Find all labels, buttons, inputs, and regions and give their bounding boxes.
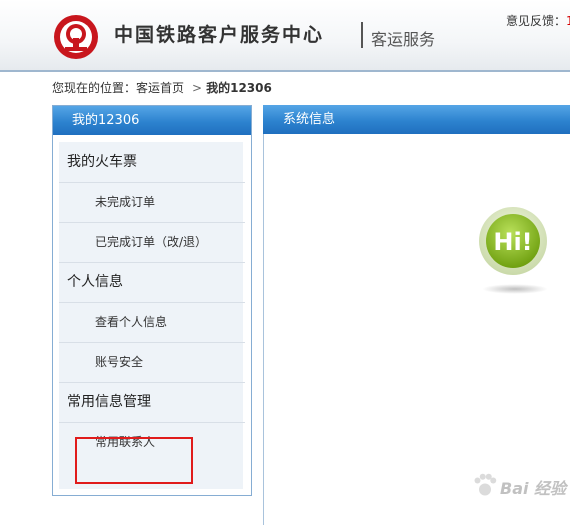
breadcrumb-separator: > <box>192 81 203 95</box>
feedback-label: 意见反馈： <box>506 14 567 28</box>
menu-section-common-info[interactable]: 常用信息管理 <box>59 382 245 423</box>
breadcrumb-prefix: 您现在的位置： <box>52 81 137 95</box>
left-nav-menu: 我的火车票 未完成订单 已完成订单（改/退） 个人信息 查看个人信息 账号安全 … <box>59 142 245 489</box>
service-label: 客运服务 <box>371 30 436 49</box>
hi-badge-shadow <box>482 284 548 294</box>
breadcrumb: 您现在的位置：客运首页 > 我的12306 <box>52 79 272 96</box>
site-title: 中国铁路客户服务中心 <box>114 24 325 46</box>
breadcrumb-current: 我的12306 <box>206 81 272 95</box>
railway-logo-icon[interactable] <box>53 14 99 60</box>
menu-section-personal-info[interactable]: 个人信息 <box>59 262 245 303</box>
left-panel-title: 我的12306 <box>53 106 251 135</box>
hi-greeting-icon: Hi! <box>479 207 547 275</box>
menu-item-unfinished-orders[interactable]: 未完成订单 <box>59 182 245 223</box>
breadcrumb-home-link[interactable]: 客运首页 <box>136 81 184 95</box>
feedback-link[interactable]: 意见反馈：1 <box>506 12 570 29</box>
baidu-paw-icon <box>474 473 497 496</box>
menu-section-my-tickets[interactable]: 我的火车票 <box>59 142 245 183</box>
title-divider <box>361 22 363 48</box>
menu-item-finished-orders[interactable]: 已完成订单（改/退） <box>59 222 245 263</box>
menu-item-view-personal-info[interactable]: 查看个人信息 <box>59 302 245 343</box>
baidu-watermark: Bai 经验 <box>500 479 567 498</box>
right-panel-title: 系统信息 <box>263 105 570 134</box>
menu-item-frequent-contacts[interactable]: 常用联系人 <box>59 422 245 462</box>
system-info-content <box>263 134 570 525</box>
menu-item-account-security[interactable]: 账号安全 <box>59 342 245 383</box>
hi-badge-text: Hi! <box>493 228 532 256</box>
left-nav-panel: 我的12306 我的火车票 未完成订单 已完成订单（改/退） 个人信息 查看个人… <box>52 105 252 496</box>
site-header: 中国铁路客户服务中心 客运服务 意见反馈：1 <box>0 0 570 72</box>
feedback-number: 1 <box>566 14 570 28</box>
